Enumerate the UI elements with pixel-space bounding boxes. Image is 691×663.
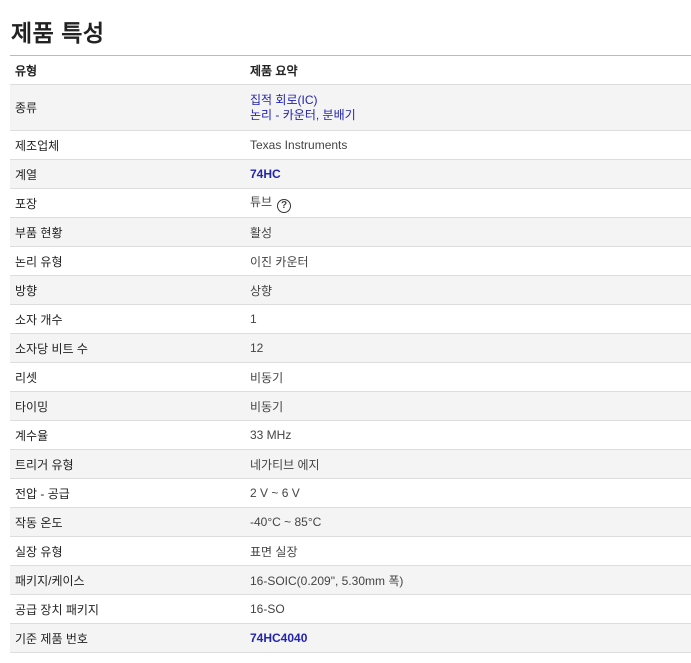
table-row: 제조업체 Texas Instruments [10, 130, 691, 160]
table-row: 실장 유형 표면 실장 [10, 536, 691, 566]
table-row: 작동 온도 -40°C ~ 85°C [10, 507, 691, 537]
row-label: 종류 [15, 101, 38, 115]
row-label: 작동 온도 [15, 515, 63, 530]
row-label: 전압 - 공급 [15, 486, 70, 501]
table-row: 종류 집적 회로(IC) 논리 - 카운터, 분배기 [10, 84, 691, 131]
question-circle-icon[interactable]: ? [277, 199, 292, 213]
table-row: 계열 74HC [10, 159, 691, 189]
row-value: 74HC [250, 160, 691, 189]
row-label: 방향 [15, 283, 38, 298]
row-label: 소자 개수 [15, 312, 63, 327]
category-link-counters[interactable]: 논리 - 카운터, 분배기 [250, 108, 691, 123]
row-label: 제조업체 [15, 138, 60, 153]
row-label: 기준 제품 번호 [15, 631, 88, 646]
table-row: 트리거 유형 네가티브 에지 [10, 449, 691, 479]
row-value: 네가티브 에지 [250, 457, 320, 472]
row-label: 패키지/케이스 [15, 573, 85, 588]
category-link-ic[interactable]: 집적 회로(IC) [250, 93, 691, 108]
table-row: 소자 개수 1 [10, 304, 691, 334]
table-row: 소자당 비트 수 12 [10, 333, 691, 363]
row-value: 16-SO [250, 602, 285, 616]
row-value: 집적 회로(IC) 논리 - 카운터, 분배기 [250, 85, 691, 131]
row-value: -40°C ~ 85°C [250, 515, 322, 529]
table-row: 기준 제품 번호 74HC4040 [10, 623, 691, 653]
row-value: 이진 카운터 [250, 254, 309, 269]
row-value: 1 [250, 312, 257, 326]
row-value: 비동기 [250, 370, 284, 385]
row-value: 74HC4040 [250, 624, 691, 653]
table-row: 포장 튜브? [10, 188, 691, 218]
page-title: 제품 특성 [11, 20, 105, 46]
row-label: 리셋 [15, 370, 38, 385]
row-label: 트리거 유형 [15, 457, 74, 472]
row-value: 12 [250, 341, 264, 355]
row-label: 실장 유형 [15, 544, 63, 559]
row-value: 활성 [250, 225, 273, 240]
row-label: 계열 [15, 167, 38, 182]
table-row: 타이밍 비동기 [10, 391, 691, 421]
row-label: 타이밍 [15, 399, 49, 414]
table-row: 방향 상향 [10, 275, 691, 305]
row-label: 논리 유형 [15, 254, 63, 269]
base-product-number-link[interactable]: 74HC4040 [250, 631, 691, 646]
table-row: 부품 현황 활성 [10, 217, 691, 247]
table-row: 전압 - 공급 2 V ~ 6 V [10, 478, 691, 508]
header-type: 유형 [15, 63, 38, 78]
row-value: 표면 실장 [250, 544, 298, 559]
row-value: 상향 [250, 283, 273, 298]
packaging-value: 튜브 [250, 195, 273, 209]
row-value: Texas Instruments [250, 138, 348, 152]
table-header-row: 유형 제품 요약 [10, 55, 691, 85]
table-row: 계수율 33 MHz [10, 420, 691, 450]
row-value: 비동기 [250, 399, 284, 414]
row-value: 2 V ~ 6 V [250, 486, 300, 500]
header-summary: 제품 요약 [250, 63, 298, 78]
row-value: 튜브? [250, 189, 691, 218]
product-attributes-table: 유형 제품 요약 종류 집적 회로(IC) 논리 - 카운터, 분배기 제조업체… [10, 55, 691, 653]
row-label: 부품 현황 [15, 225, 63, 240]
table-row: 공급 장치 패키지 16-SO [10, 594, 691, 624]
row-label: 계수율 [15, 428, 49, 443]
table-row: 논리 유형 이진 카운터 [10, 246, 691, 276]
row-value: 33 MHz [250, 428, 292, 442]
table-row: 패키지/케이스 16-SOIC(0.209", 5.30mm 폭) [10, 565, 691, 595]
row-label: 포장 [15, 196, 38, 211]
row-label: 공급 장치 패키지 [15, 602, 99, 617]
table-row: 리셋 비동기 [10, 362, 691, 392]
row-label: 소자당 비트 수 [15, 341, 88, 356]
row-value: 16-SOIC(0.209", 5.30mm 폭) [250, 573, 404, 588]
series-link[interactable]: 74HC [250, 167, 691, 182]
